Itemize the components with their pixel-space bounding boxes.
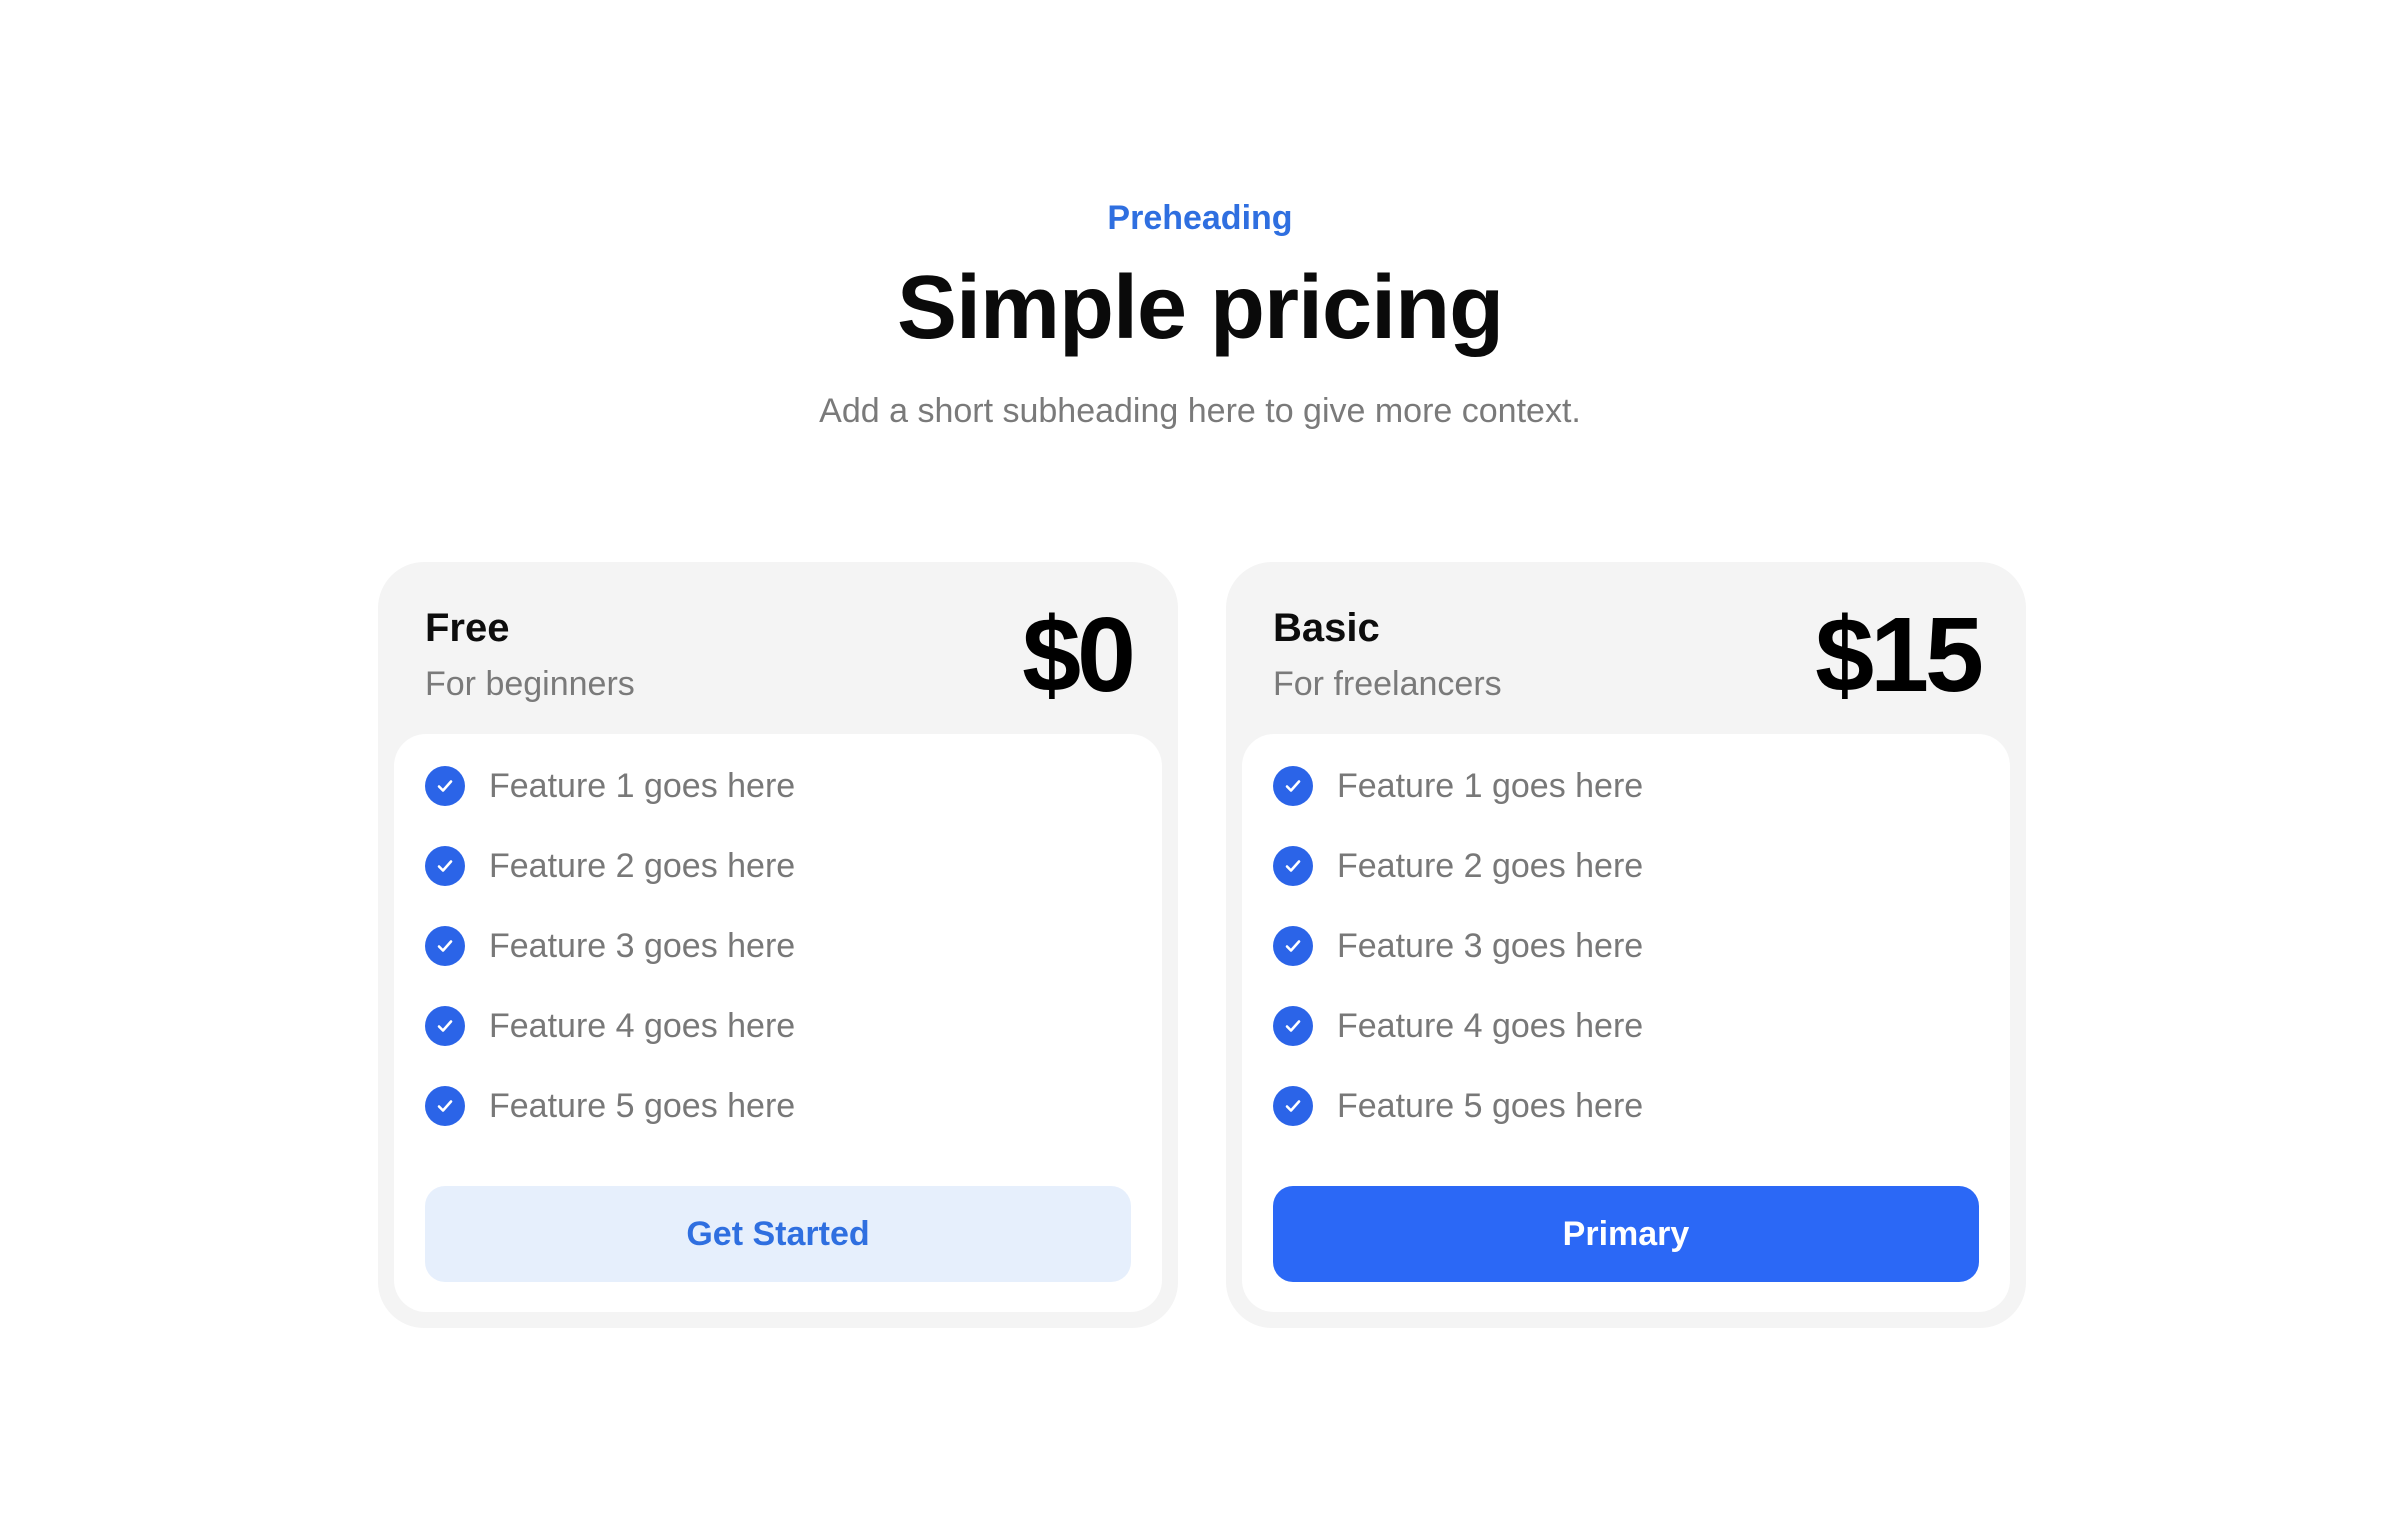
pricing-card-free: Free For beginners $0 Feature 1 goes her… xyxy=(378,562,1178,1328)
check-circle-icon xyxy=(425,846,465,886)
feature-list: Feature 1 goes here Feature 2 goes here … xyxy=(425,746,1125,1146)
plan-details: Feature 1 goes here Feature 2 goes here … xyxy=(394,734,1162,1312)
feature-item: Feature 3 goes here xyxy=(425,906,1125,986)
feature-label: Feature 3 goes here xyxy=(1337,927,1644,965)
check-circle-icon xyxy=(425,926,465,966)
primary-button[interactable]: Primary xyxy=(1273,1186,1979,1282)
feature-label: Feature 3 goes here xyxy=(489,927,796,965)
check-circle-icon xyxy=(1273,926,1313,966)
plan-name: Free xyxy=(425,606,510,650)
feature-label: Feature 4 goes here xyxy=(489,1007,796,1045)
feature-item: Feature 4 goes here xyxy=(425,986,1125,1066)
plan-price: $0 xyxy=(1022,596,1136,714)
feature-item: Feature 1 goes here xyxy=(1273,746,1973,826)
page-subtitle: Add a short subheading here to give more… xyxy=(819,392,1581,430)
feature-item: Feature 5 goes here xyxy=(425,1066,1125,1146)
check-circle-icon xyxy=(425,1006,465,1046)
feature-label: Feature 2 goes here xyxy=(1337,847,1644,885)
check-circle-icon xyxy=(1273,1086,1313,1126)
check-circle-icon xyxy=(425,766,465,806)
feature-label: Feature 5 goes here xyxy=(489,1087,796,1125)
feature-item: Feature 4 goes here xyxy=(1273,986,1973,1066)
feature-list: Feature 1 goes here Feature 2 goes here … xyxy=(1273,746,1973,1146)
pricing-card-basic: Basic For freelancers $15 Feature 1 goes… xyxy=(1226,562,2026,1328)
feature-label: Feature 5 goes here xyxy=(1337,1087,1644,1125)
plan-details: Feature 1 goes here Feature 2 goes here … xyxy=(1242,734,2010,1312)
feature-item: Feature 1 goes here xyxy=(425,746,1125,826)
feature-item: Feature 2 goes here xyxy=(425,826,1125,906)
feature-item: Feature 2 goes here xyxy=(1273,826,1973,906)
page-title: Simple pricing xyxy=(896,258,1504,358)
check-circle-icon xyxy=(1273,766,1313,806)
plan-price: $15 xyxy=(1815,596,1984,714)
check-circle-icon xyxy=(425,1086,465,1126)
get-started-button[interactable]: Get Started xyxy=(425,1186,1131,1282)
feature-label: Feature 2 goes here xyxy=(489,847,796,885)
check-circle-icon xyxy=(1273,846,1313,886)
plan-description: For beginners xyxy=(425,665,635,703)
feature-label: Feature 1 goes here xyxy=(489,767,796,805)
check-circle-icon xyxy=(1273,1006,1313,1046)
feature-item: Feature 3 goes here xyxy=(1273,906,1973,986)
plan-description: For freelancers xyxy=(1273,665,1502,703)
plan-name: Basic xyxy=(1273,606,1380,650)
feature-label: Feature 1 goes here xyxy=(1337,767,1644,805)
feature-label: Feature 4 goes here xyxy=(1337,1007,1644,1045)
preheading: Preheading xyxy=(1107,199,1293,237)
feature-item: Feature 5 goes here xyxy=(1273,1066,1973,1146)
pricing-cards: Free For beginners $0 Feature 1 goes her… xyxy=(378,562,2026,1328)
